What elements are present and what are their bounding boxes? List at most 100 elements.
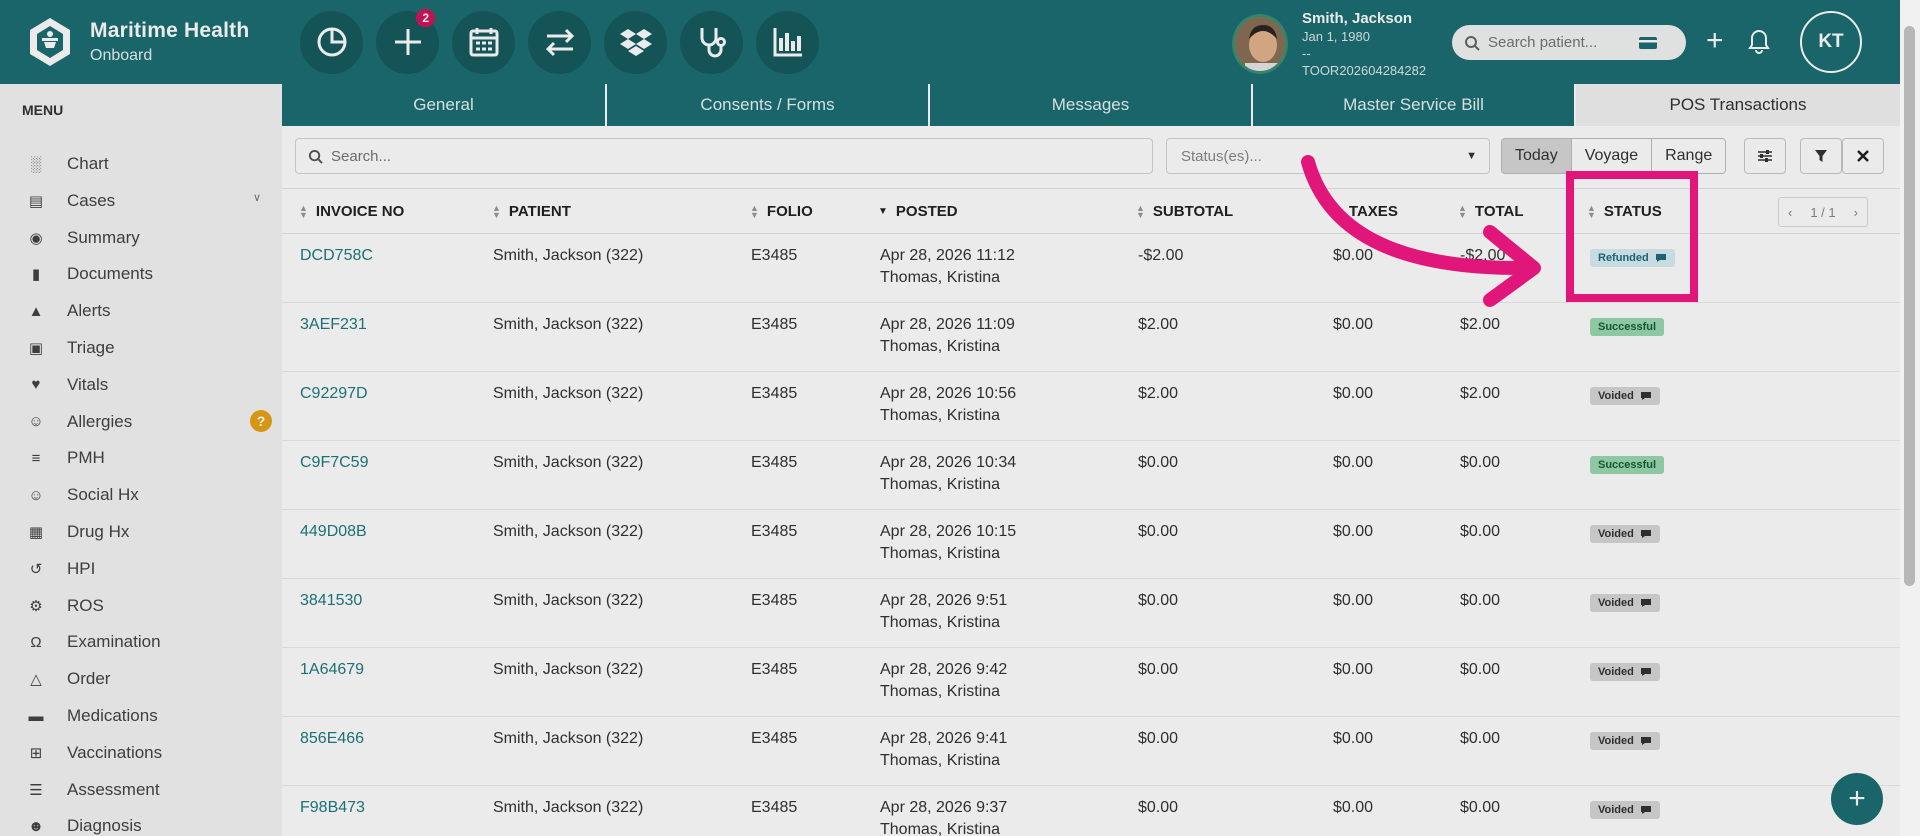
- scrollbar-thumb[interactable]: [1904, 26, 1915, 586]
- brand[interactable]: Maritime Health Onboard: [0, 16, 282, 68]
- top-add-icon[interactable]: +: [1706, 26, 1724, 56]
- segment-range[interactable]: Range: [1652, 139, 1726, 173]
- status-badge[interactable]: Voided: [1590, 801, 1660, 819]
- table-row[interactable]: C9F7C59 Smith, Jackson (322) E3485 Apr 28, …: [282, 441, 1900, 510]
- table-row[interactable]: 856E466 Smith, Jackson (322) E3485 Apr 28, …: [282, 717, 1900, 786]
- table-row[interactable]: 449D08B Smith, Jackson (322) E3485 Apr 28, …: [282, 510, 1900, 579]
- table-row[interactable]: 3AEF231 Smith, Jackson (322) E3485 Apr 28, …: [282, 303, 1900, 372]
- column-patient[interactable]: ▲ ▼ PATIENT: [492, 203, 571, 220]
- sidebar-item-alerts[interactable]: ▲ Alerts: [26, 299, 111, 323]
- sidebar-item-allergies[interactable]: ☺ Allergies: [26, 410, 132, 434]
- sidebar-item-pmh[interactable]: ≡ PMH: [26, 446, 105, 470]
- column-settings-button[interactable]: [1744, 138, 1786, 174]
- status-badge[interactable]: Successful: [1590, 456, 1665, 474]
- dropbox-button[interactable]: [604, 10, 667, 74]
- comment-icon[interactable]: [1640, 667, 1652, 677]
- comment-icon[interactable]: [1640, 736, 1652, 746]
- tab-pos-transactions[interactable]: POS Transactions: [1576, 84, 1900, 126]
- cases-collapse-icon[interactable]: ∨: [253, 191, 261, 204]
- table-row[interactable]: 1A64679 Smith, Jackson (322) E3485 Apr 28, …: [282, 648, 1900, 717]
- bar-chart-button[interactable]: [756, 10, 819, 74]
- clear-filters-button[interactable]: [1842, 138, 1884, 174]
- patient-card[interactable]: Smith, Jackson Jan 1, 1980 -- TOOR202604…: [1232, 10, 1426, 78]
- prev-page-icon[interactable]: ‹: [1779, 205, 1801, 220]
- allergy-alert-badge[interactable]: ?: [250, 409, 272, 432]
- invoice-link[interactable]: 856E466: [300, 730, 364, 748]
- invoice-link[interactable]: 449D08B: [300, 523, 367, 541]
- card-icon[interactable]: [1638, 35, 1658, 51]
- next-page-icon[interactable]: ›: [1845, 205, 1867, 220]
- patient-search[interactable]: [1452, 25, 1686, 60]
- pie-chart-button[interactable]: [300, 10, 363, 74]
- column-posted[interactable]: ▼ POSTED: [878, 203, 958, 220]
- sidebar-item-social-hx[interactable]: ☺ Social Hx: [26, 483, 138, 507]
- add-button[interactable]: 2: [376, 8, 439, 74]
- user-avatar[interactable]: KT: [1800, 11, 1862, 73]
- sidebar-item-medications[interactable]: ▬ Medications: [26, 704, 158, 728]
- transaction-search-input[interactable]: [331, 147, 530, 165]
- sidebar-item-order[interactable]: △ Order: [26, 667, 110, 691]
- bell-icon[interactable]: [1748, 28, 1770, 59]
- invoice-link[interactable]: C92297D: [300, 385, 368, 403]
- column-folio[interactable]: ▲ ▼ FOLIO: [750, 203, 813, 220]
- invoice-link[interactable]: C9F7C59: [300, 454, 368, 472]
- segment-today[interactable]: Today: [1502, 139, 1572, 173]
- status-label: Voided: [1598, 597, 1634, 609]
- sidebar-item-hpi[interactable]: ↺ HPI: [26, 557, 96, 581]
- posted-date: Apr 28, 2026 9:51: [880, 592, 1008, 609]
- invoice-link[interactable]: 3841530: [300, 592, 362, 610]
- invoice-link[interactable]: 3AEF231: [300, 316, 367, 334]
- page-scrollbar[interactable]: [1900, 0, 1920, 836]
- filter-button[interactable]: [1800, 138, 1842, 174]
- table-row[interactable]: F98B473 Smith, Jackson (322) E3485 Apr 28, …: [282, 786, 1900, 836]
- sidebar-item-chart[interactable]: ░ Chart: [26, 152, 109, 176]
- status-badge[interactable]: Voided: [1590, 525, 1660, 543]
- swap-button[interactable]: [528, 10, 591, 74]
- status-badge[interactable]: Successful: [1590, 318, 1665, 336]
- status-badge[interactable]: Voided: [1590, 732, 1660, 750]
- sidebar-item-vitals[interactable]: ♥ Vitals: [26, 373, 109, 397]
- sidebar-item-assessment[interactable]: ☰ Assessment: [26, 778, 159, 802]
- total-cell: -$2.00: [1460, 247, 1506, 264]
- column-total[interactable]: ▲ ▼ TOTAL: [1458, 203, 1524, 220]
- sidebar-item-cases[interactable]: ▤ Cases: [26, 189, 115, 213]
- sidebar-item-vaccinations[interactable]: ⊞ Vaccinations: [26, 741, 162, 765]
- folio-cell: E3485: [751, 523, 798, 540]
- sidebar-item-examination[interactable]: Ω Examination: [26, 630, 160, 654]
- tab-consents-forms[interactable]: Consents / Forms: [607, 84, 930, 126]
- status-badge[interactable]: Voided: [1590, 663, 1660, 681]
- table-row[interactable]: C92297D Smith, Jackson (322) E3485 Apr 28, …: [282, 372, 1900, 441]
- total-cell: $0.00: [1460, 730, 1501, 747]
- sidebar-item-triage[interactable]: ▣ Triage: [26, 336, 115, 360]
- tab-messages[interactable]: Messages: [930, 84, 1253, 126]
- transaction-search[interactable]: [295, 138, 1153, 174]
- sidebar-item-summary[interactable]: ◉ Summary: [26, 226, 139, 250]
- comment-icon[interactable]: [1640, 805, 1652, 815]
- sidebar-item-drug-hx[interactable]: ▦ Drug Hx: [26, 520, 129, 544]
- column-taxes[interactable]: ▲ ▼ TAXES: [1332, 203, 1398, 220]
- calendar-button[interactable]: [452, 10, 515, 74]
- comment-icon[interactable]: [1640, 529, 1652, 539]
- invoice-link[interactable]: F98B473: [300, 799, 365, 817]
- segment-voyage[interactable]: Voyage: [1571, 139, 1653, 173]
- tab-master-service-bill[interactable]: Master Service Bill: [1253, 84, 1576, 126]
- comment-icon[interactable]: [1640, 598, 1652, 608]
- status-badge[interactable]: Voided: [1590, 594, 1660, 612]
- column-subtotal[interactable]: ▲ ▼ SUBTOTAL: [1136, 203, 1233, 220]
- stethoscope-button[interactable]: [680, 10, 743, 74]
- table-row[interactable]: 3841530 Smith, Jackson (322) E3485 Apr 28, …: [282, 579, 1900, 648]
- invoice-link[interactable]: DCD758C: [300, 247, 373, 265]
- column-invoice-no[interactable]: ▲ ▼ INVOICE NO: [299, 203, 404, 220]
- comment-icon[interactable]: [1640, 391, 1652, 401]
- sidebar-item-ros[interactable]: ⚙ ROS: [26, 594, 104, 618]
- tab-general[interactable]: General: [282, 84, 607, 126]
- invoice-link[interactable]: 1A64679: [300, 661, 364, 679]
- status-badge[interactable]: Voided: [1590, 387, 1660, 405]
- patient-search-input[interactable]: [1488, 34, 1638, 51]
- sidebar-item-documents[interactable]: ▮ Documents: [26, 262, 153, 286]
- floating-add-button[interactable]: +: [1831, 773, 1883, 825]
- sidebar-item-diagnosis[interactable]: ☻ Diagnosis: [26, 814, 142, 836]
- posted-by: Thomas, Kristina: [880, 269, 1001, 286]
- folio-cell: E3485: [751, 454, 798, 471]
- status-select[interactable]: Status(es)... ▼: [1166, 138, 1490, 174]
